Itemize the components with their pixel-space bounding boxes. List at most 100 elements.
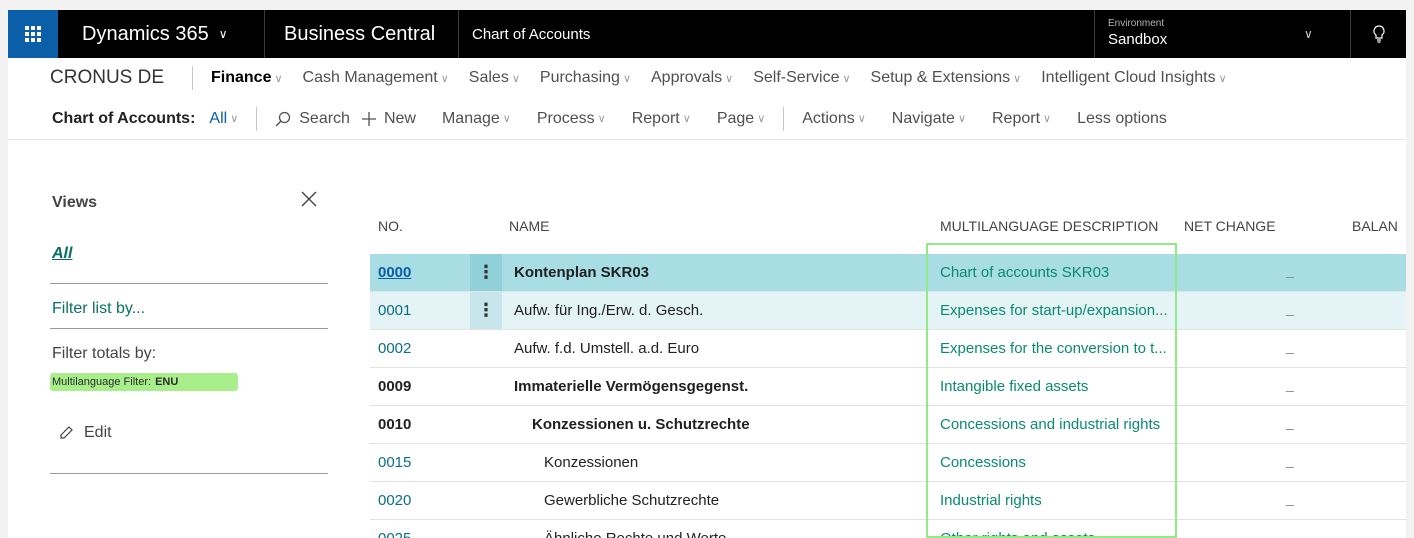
app-launcher-button[interactable] bbox=[8, 10, 58, 58]
close-icon[interactable] bbox=[300, 190, 318, 213]
net-change-value[interactable]: _ bbox=[1286, 262, 1294, 278]
actions-menu[interactable]: Actions ∨ bbox=[802, 110, 866, 128]
table-row[interactable]: 0000 ⋮ Kontenplan SKR03 Chart of account… bbox=[370, 254, 1406, 292]
account-no-link[interactable]: 0020 bbox=[378, 482, 411, 519]
account-name: Konzessionen u. Schutzrechte bbox=[532, 416, 750, 433]
account-name: Konzessionen bbox=[544, 454, 639, 471]
table-row[interactable]: 0009 Immaterielle Vermögensgegenst. Inta… bbox=[370, 368, 1406, 406]
nav-item-approvals[interactable]: Approvals ∨ bbox=[651, 69, 733, 87]
page-breadcrumb: Chart of Accounts bbox=[472, 25, 591, 43]
chevron-down-icon: ∨ bbox=[622, 72, 631, 85]
multilanguage-description[interactable]: Chart of accounts SKR03 bbox=[940, 254, 1176, 291]
report-menu[interactable]: Report ∨ bbox=[632, 110, 691, 128]
filter-chip-label: Multilanguage Filter: bbox=[52, 376, 152, 388]
account-name: Aufw. für Ing./Erw. d. Gesch. bbox=[514, 302, 704, 319]
multilanguage-description[interactable]: Other rights and assets bbox=[940, 520, 1176, 538]
net-change-value[interactable]: _ bbox=[1286, 528, 1294, 538]
column-header-balance[interactable]: BALAN bbox=[1352, 218, 1398, 234]
account-no-link[interactable]: 0002 bbox=[378, 330, 411, 367]
chevron-down-icon: ∨ bbox=[842, 72, 851, 85]
report-label: Report bbox=[631, 109, 680, 127]
net-change-value[interactable]: _ bbox=[1286, 338, 1294, 354]
chevron-down-icon: ∨ bbox=[725, 72, 734, 85]
nav-item-purchasing[interactable]: Purchasing ∨ bbox=[540, 69, 631, 87]
row-actions-icon[interactable]: ⋮ bbox=[470, 292, 502, 329]
process-label: Process bbox=[536, 109, 595, 127]
column-header-net-change[interactable]: NET CHANGE bbox=[1184, 218, 1276, 234]
column-header-description[interactable]: MULTILANGUAGE DESCRIPTION bbox=[940, 218, 1158, 234]
page-menu[interactable]: Page ∨ bbox=[717, 110, 765, 128]
views-title: Views bbox=[52, 194, 98, 211]
view-selector[interactable]: All ∨ bbox=[209, 110, 238, 128]
net-change-value[interactable]: _ bbox=[1286, 414, 1294, 430]
app-name[interactable]: Business Central bbox=[284, 10, 435, 58]
table-row[interactable]: 0001 ⋮ Aufw. für Ing./Erw. d. Gesch. Exp… bbox=[370, 292, 1406, 330]
process-menu[interactable]: Process ∨ bbox=[537, 110, 606, 128]
multilanguage-description[interactable]: Intangible fixed assets bbox=[940, 368, 1176, 405]
nav-item-label: Purchasing bbox=[539, 69, 620, 86]
account-no-link[interactable]: 0025 bbox=[378, 520, 411, 538]
table-row[interactable]: 0020 Gewerbliche Schutzrechte Industrial… bbox=[370, 482, 1406, 520]
table-row[interactable]: 0015 Konzessionen Concessions _ bbox=[370, 444, 1406, 482]
account-no-link[interactable]: 0009 bbox=[378, 368, 411, 405]
chevron-down-icon: ∨ bbox=[440, 72, 449, 85]
nav-item-setup-extensions[interactable]: Setup & Extensions ∨ bbox=[871, 69, 1022, 87]
less-options-button[interactable]: Less options bbox=[1077, 110, 1167, 128]
multilanguage-description[interactable]: Concessions and industrial rights bbox=[940, 406, 1176, 443]
chevron-down-icon: ∨ bbox=[1043, 113, 1052, 125]
chevron-down-icon: ∨ bbox=[274, 72, 283, 85]
environment-picker[interactable]: Environment Sandbox bbox=[1108, 18, 1167, 50]
environment-label: Environment bbox=[1108, 18, 1165, 29]
nav-item-intelligent-cloud-insights[interactable]: Intelligent Cloud Insights ∨ bbox=[1041, 69, 1226, 87]
edit-filters-button[interactable]: Edit bbox=[58, 424, 112, 442]
accounts-grid: NO. NAME MULTILANGUAGE DESCRIPTION NET C… bbox=[370, 140, 1406, 538]
multilanguage-description[interactable]: Expenses for the conversion to t... bbox=[940, 330, 1176, 367]
account-no-link[interactable]: 0001 bbox=[378, 292, 411, 329]
account-no-link[interactable]: 0010 bbox=[378, 406, 411, 443]
table-row[interactable]: 0002 Aufw. f.d. Umstell. a.d. Euro Expen… bbox=[370, 330, 1406, 368]
views-divider bbox=[50, 328, 328, 329]
view-selector-label: All bbox=[209, 109, 228, 127]
nav-item-label: Approvals bbox=[651, 69, 723, 86]
table-row[interactable]: 0025 Ähnliche Rechte und Werte Other rig… bbox=[370, 520, 1406, 538]
views-divider bbox=[50, 283, 328, 284]
net-change-value[interactable]: _ bbox=[1286, 376, 1294, 392]
product-switcher[interactable]: Dynamics 365 ∨ bbox=[82, 10, 228, 58]
chevron-down-icon: ∨ bbox=[218, 27, 228, 41]
account-no-link[interactable]: 0000 bbox=[378, 254, 411, 291]
report-menu-secondary[interactable]: Report ∨ bbox=[992, 110, 1051, 128]
account-name: Ähnliche Rechte und Werte bbox=[544, 520, 726, 538]
table-row[interactable]: 0010 Konzessionen u. Schutzrechte Conces… bbox=[370, 406, 1406, 444]
multilanguage-description[interactable]: Concessions bbox=[940, 444, 1176, 481]
company-name[interactable]: CRONUS DE bbox=[50, 67, 164, 89]
multilanguage-filter-chip[interactable]: Multilanguage Filter: ENU bbox=[50, 373, 238, 391]
row-actions-icon[interactable]: ⋮ bbox=[470, 254, 502, 291]
net-change-value[interactable]: _ bbox=[1286, 490, 1294, 506]
nav-item-label: Intelligent Cloud Insights bbox=[1041, 69, 1216, 86]
navigate-menu[interactable]: Navigate ∨ bbox=[892, 110, 966, 128]
manage-menu[interactable]: Manage ∨ bbox=[442, 110, 511, 128]
net-change-value[interactable]: _ bbox=[1286, 452, 1294, 468]
account-no-link[interactable]: 0015 bbox=[378, 444, 411, 481]
nav-item-self-service[interactable]: Self-Service ∨ bbox=[753, 69, 850, 87]
column-header-no[interactable]: NO. bbox=[378, 218, 403, 234]
multilanguage-description[interactable]: Expenses for start-up/expansion... bbox=[940, 292, 1176, 329]
chevron-down-icon: ∨ bbox=[597, 113, 606, 125]
filter-list-link[interactable]: Filter list by... bbox=[52, 300, 145, 318]
chevron-down-icon: ∨ bbox=[857, 113, 866, 125]
net-change-value[interactable]: _ bbox=[1286, 300, 1294, 316]
chevron-down-icon[interactable]: ∨ bbox=[1304, 10, 1313, 58]
lightbulb-icon[interactable] bbox=[1372, 10, 1386, 58]
new-button[interactable]: New bbox=[361, 110, 416, 128]
view-all-link[interactable]: All bbox=[52, 245, 72, 263]
nav-item-finance[interactable]: Finance ∨ bbox=[211, 69, 283, 87]
views-pane: Views All Filter list by... Filter total… bbox=[8, 140, 338, 538]
nav-item-sales[interactable]: Sales ∨ bbox=[469, 69, 520, 87]
column-header-name[interactable]: NAME bbox=[509, 218, 549, 234]
topbar-divider bbox=[1094, 10, 1095, 58]
nav-item-cash-management[interactable]: Cash Management ∨ bbox=[303, 69, 449, 87]
multilanguage-description[interactable]: Industrial rights bbox=[940, 482, 1176, 519]
plus-icon bbox=[361, 111, 376, 126]
search-button[interactable]: Search bbox=[275, 110, 350, 128]
topbar-divider bbox=[1350, 10, 1351, 58]
